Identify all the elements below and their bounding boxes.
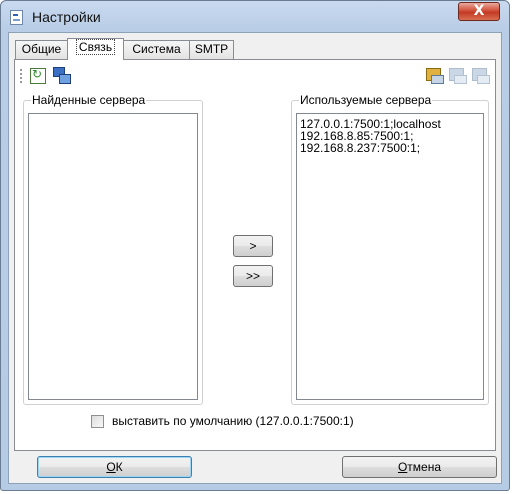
ok-button[interactable]: ОК bbox=[37, 456, 192, 478]
tab-general[interactable]: Общие bbox=[15, 40, 68, 59]
tab-system[interactable]: Система bbox=[123, 40, 190, 59]
dialog-client-area: Общие Связь Система SMTP Найденные серве… bbox=[8, 32, 502, 484]
tab-system-label: Система bbox=[132, 42, 181, 56]
cancel-button-mnemonic: О bbox=[397, 460, 408, 474]
ok-button-label: К bbox=[115, 460, 123, 474]
remove-server-icon[interactable] bbox=[472, 67, 490, 84]
title-bar[interactable]: Настройки X bbox=[1, 1, 509, 31]
window-title: Настройки bbox=[32, 9, 101, 25]
network-computers-icon[interactable] bbox=[53, 67, 71, 84]
tab-connection-label: Связь bbox=[75, 39, 116, 55]
toolbar-grip[interactable] bbox=[20, 69, 22, 83]
default-server-label: выставить по умолчанию (127.0.0.1:7500:1… bbox=[112, 414, 354, 428]
cancel-button-label: тмена bbox=[407, 460, 442, 474]
tab-smtp-label: SMTP bbox=[194, 42, 229, 56]
app-window-icon bbox=[10, 10, 23, 25]
used-servers-list[interactable]: 127.0.0.1:7500:1;localhost 192.168.8.85:… bbox=[296, 113, 484, 400]
default-server-checkbox[interactable] bbox=[91, 415, 104, 428]
move-selected-button[interactable]: > bbox=[233, 235, 273, 257]
tab-connection[interactable]: Связь bbox=[67, 38, 124, 60]
connection-tab-panel: Найденные сервера > >> Используемые серв… bbox=[14, 59, 496, 451]
move-all-button[interactable]: >> bbox=[233, 265, 273, 287]
found-servers-group: Найденные сервера bbox=[23, 93, 203, 405]
refresh-icon[interactable] bbox=[30, 67, 46, 84]
used-servers-label: Используемые сервера bbox=[299, 93, 433, 107]
add-server-icon[interactable] bbox=[426, 67, 444, 84]
cancel-button[interactable]: Отмена bbox=[342, 456, 497, 478]
list-item[interactable]: 192.168.8.237:7500:1; bbox=[297, 142, 483, 154]
tab-smtp[interactable]: SMTP bbox=[189, 40, 234, 59]
settings-dialog: Настройки X Общие Связь Система SMTP Най… bbox=[0, 0, 510, 491]
used-servers-group: Используемые сервера 127.0.0.1:7500:1;lo… bbox=[291, 93, 489, 405]
ok-button-mnemonic: О bbox=[106, 460, 116, 474]
close-button[interactable]: X bbox=[458, 2, 500, 21]
found-servers-list[interactable] bbox=[28, 113, 198, 400]
edit-server-icon[interactable] bbox=[449, 67, 467, 84]
found-servers-label: Найденные сервера bbox=[31, 93, 147, 107]
tab-general-label: Общие bbox=[21, 42, 62, 56]
